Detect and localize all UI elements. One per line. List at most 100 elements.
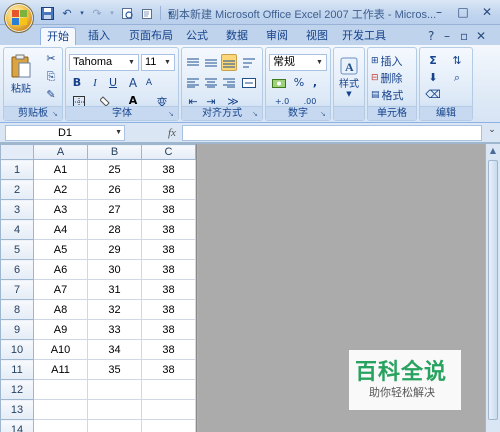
align-center-icon[interactable] — [203, 74, 219, 91]
cell[interactable]: 38 — [141, 159, 196, 180]
grow-font-button[interactable]: A — [126, 74, 140, 91]
cell[interactable] — [87, 419, 142, 432]
align-left-icon[interactable] — [185, 74, 201, 91]
fill-icon[interactable]: ⬇ — [422, 69, 444, 86]
cell[interactable]: 28 — [87, 219, 142, 240]
insert-function-icon[interactable]: fx — [168, 127, 176, 139]
tab-data[interactable]: 数据 — [222, 27, 252, 46]
tab-review[interactable]: 审阅 — [262, 27, 292, 46]
row-header[interactable]: 1 — [0, 159, 34, 180]
row-header[interactable]: 5 — [0, 239, 34, 260]
currency-icon[interactable] — [269, 74, 289, 91]
vertical-scrollbar[interactable]: ▲ — [485, 144, 500, 432]
formula-input[interactable] — [182, 125, 482, 141]
row-header[interactable]: 6 — [0, 259, 34, 280]
column-header[interactable]: B — [87, 144, 142, 160]
ribbon-close-icon[interactable]: ✕ — [476, 29, 486, 43]
merge-center-icon[interactable] — [240, 74, 258, 91]
underline-button[interactable]: U — [105, 74, 121, 91]
sort-filter-icon[interactable]: ⇅ — [446, 52, 468, 69]
cell[interactable] — [87, 379, 142, 400]
insert-cells-button[interactable]: ⊞ 插入 — [370, 52, 414, 69]
undo-icon[interactable]: ↶ — [58, 5, 76, 21]
help-icon[interactable]: ? — [428, 29, 434, 43]
cell[interactable] — [87, 399, 142, 420]
row-header[interactable]: 8 — [0, 299, 34, 320]
open-icon[interactable] — [138, 5, 156, 21]
align-middle-icon[interactable] — [203, 54, 219, 71]
cell[interactable] — [141, 399, 196, 420]
cell[interactable]: 38 — [141, 339, 196, 360]
clipboard-launcher-icon[interactable]: ↘ — [52, 110, 60, 118]
cell[interactable]: A2 — [33, 179, 88, 200]
office-button[interactable] — [4, 3, 34, 33]
wrap-text-icon[interactable] — [240, 54, 258, 71]
cell[interactable]: 38 — [141, 359, 196, 380]
align-right-icon[interactable] — [221, 74, 237, 91]
font-size-select[interactable]: 11 ▼ — [141, 54, 175, 71]
column-header[interactable]: A — [33, 144, 88, 160]
cell[interactable]: 27 — [87, 199, 142, 220]
name-box[interactable]: D1 ▼ — [5, 125, 125, 141]
cell[interactable]: 38 — [141, 319, 196, 340]
row-header[interactable]: 4 — [0, 219, 34, 240]
row-header[interactable]: 2 — [0, 179, 34, 200]
row-header[interactable]: 7 — [0, 279, 34, 300]
cell[interactable]: A1 — [33, 159, 88, 180]
cell[interactable]: 34 — [87, 339, 142, 360]
copy-icon[interactable]: ⎘ — [42, 68, 60, 85]
cell[interactable]: 33 — [87, 319, 142, 340]
cell[interactable]: 32 — [87, 299, 142, 320]
cell[interactable]: 38 — [141, 219, 196, 240]
tab-formulas[interactable]: 公式 — [182, 27, 212, 46]
shrink-font-button[interactable]: A — [142, 74, 156, 91]
format-cells-button[interactable]: ▤ 格式 — [370, 86, 414, 103]
tab-insert[interactable]: 插入 — [84, 27, 114, 46]
redo-icon[interactable]: ↷ — [88, 5, 106, 21]
cell[interactable] — [141, 419, 196, 432]
font-launcher-icon[interactable]: ↘ — [168, 110, 176, 118]
row-header[interactable]: 12 — [0, 379, 34, 400]
ribbon-restore-icon[interactable]: ▫ — [460, 29, 468, 43]
find-select-icon[interactable]: ⌕ — [446, 69, 468, 86]
close-icon[interactable]: ✕ — [476, 3, 498, 21]
ribbon-minimize-icon[interactable]: – — [444, 29, 450, 43]
cell[interactable]: 25 — [87, 159, 142, 180]
cell[interactable]: 26 — [87, 179, 142, 200]
bold-button[interactable]: B — [69, 74, 85, 91]
autosum-button[interactable]: Σ — [422, 52, 444, 69]
alignment-launcher-icon[interactable]: ↘ — [252, 110, 260, 118]
cell[interactable] — [33, 399, 88, 420]
cell[interactable]: A10 — [33, 339, 88, 360]
cell[interactable] — [33, 379, 88, 400]
cell[interactable]: 38 — [141, 299, 196, 320]
row-header[interactable]: 10 — [0, 339, 34, 360]
scroll-thumb[interactable] — [488, 160, 498, 420]
cell[interactable]: A3 — [33, 199, 88, 220]
tab-view[interactable]: 视图 — [302, 27, 332, 46]
row-header[interactable]: 14 — [0, 419, 34, 432]
clear-icon[interactable]: ⌫ — [422, 86, 444, 103]
maximize-icon[interactable]: □ — [452, 3, 474, 21]
tab-home[interactable]: 开始 — [40, 27, 76, 47]
row-header[interactable]: 3 — [0, 199, 34, 220]
cell[interactable]: A5 — [33, 239, 88, 260]
cut-icon[interactable]: ✂ — [42, 50, 60, 67]
styles-button[interactable]: A 样式 ▼ — [336, 50, 362, 104]
undo-dropdown-icon[interactable]: ▾ — [78, 5, 86, 21]
save-icon[interactable] — [38, 5, 56, 21]
number-launcher-icon[interactable]: ↘ — [320, 110, 328, 118]
delete-cells-button[interactable]: ⊟ 删除 — [370, 69, 414, 86]
cell[interactable]: A4 — [33, 219, 88, 240]
cell[interactable] — [141, 379, 196, 400]
column-header[interactable]: C — [141, 144, 196, 160]
align-top-icon[interactable] — [185, 54, 201, 71]
percent-button[interactable]: % — [292, 74, 306, 91]
cell[interactable]: 38 — [141, 179, 196, 200]
format-painter-icon[interactable]: ✎ — [42, 86, 60, 103]
comma-button[interactable]: , — [308, 74, 322, 91]
italic-button[interactable]: I — [87, 74, 103, 91]
cell[interactable]: A8 — [33, 299, 88, 320]
row-header[interactable]: 13 — [0, 399, 34, 420]
number-format-select[interactable]: 常规 ▼ — [269, 54, 327, 71]
